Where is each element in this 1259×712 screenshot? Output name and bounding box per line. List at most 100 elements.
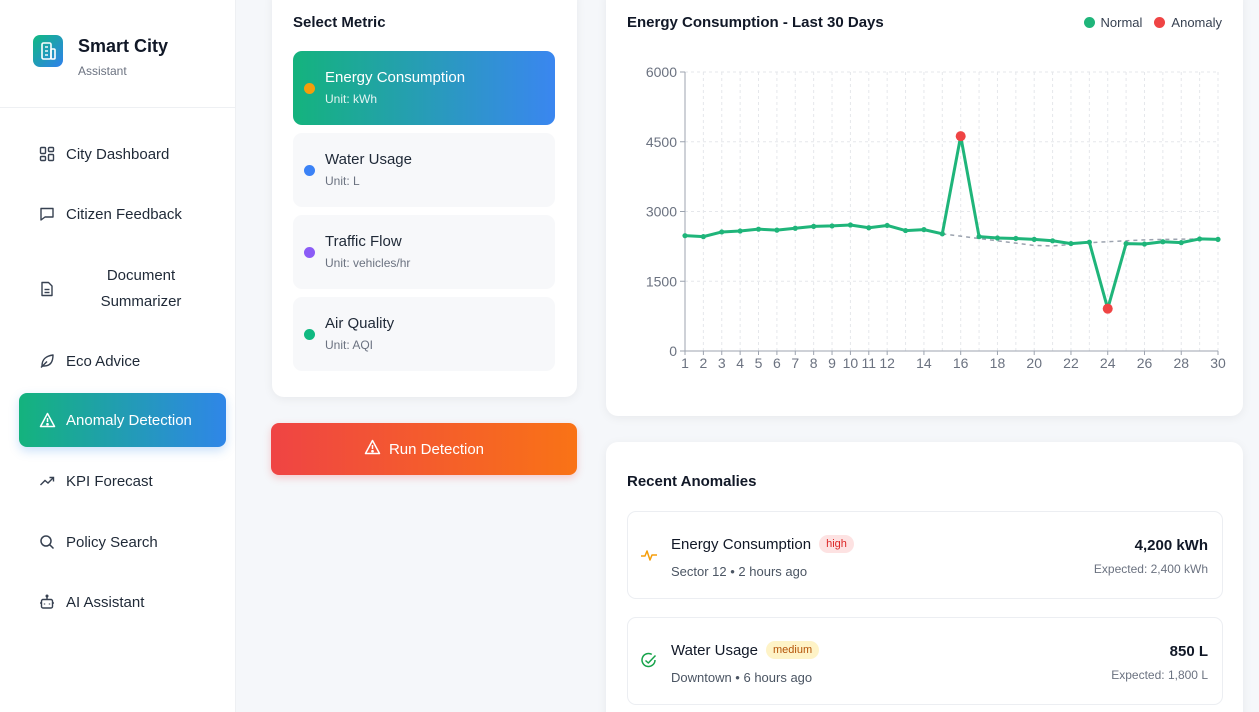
sidebar-item-city-dashboard[interactable]: City Dashboard <box>19 127 226 181</box>
data-point <box>939 231 945 237</box>
data-point <box>1068 240 1074 247</box>
anomaly-point <box>1102 303 1113 314</box>
chart-legend: Normal Anomaly <box>1072 15 1222 30</box>
metric-option-air-quality[interactable]: Air Quality Unit: AQI <box>293 297 555 371</box>
energy-chart: 015003000450060001 2 3 4 5 6 7 8 9 10 11 12 14 16 18 20… <box>646 64 1226 371</box>
y-tick-label: 3000 <box>646 204 677 220</box>
brand-title: Smart City <box>78 36 169 56</box>
data-point <box>1031 236 1037 242</box>
x-tick-label: 5 <box>755 355 763 371</box>
x-tick-label: 10 <box>843 355 859 371</box>
anomaly-expected: Expected: 1,800 L <box>1111 668 1208 682</box>
sidebar-item-label: AI Assistant <box>66 593 145 611</box>
x-tick-label: 1 <box>681 355 689 371</box>
anomaly-point <box>955 131 966 142</box>
check-circle-icon <box>640 652 658 670</box>
chart-title: Energy Consumption - Last 30 Days <box>627 14 884 31</box>
metric-option-water[interactable]: Water Usage Unit: L <box>293 133 555 207</box>
data-point <box>1178 240 1184 246</box>
data-point <box>755 226 762 232</box>
x-tick-label: 2 <box>699 355 707 371</box>
metric-name: Traffic Flow <box>325 233 402 250</box>
sidebar-item-label: Policy Search <box>66 533 158 551</box>
sidebar-item-document-summarizer[interactable]: Document Summarizer <box>19 259 226 319</box>
leaf-icon <box>38 352 56 370</box>
metric-option-energy[interactable]: Energy Consumption Unit: kWh <box>293 51 555 125</box>
legend-anomaly: Anomaly <box>1154 15 1222 30</box>
metric-name: Energy Consumption <box>325 69 466 86</box>
legend-normal: Normal <box>1083 15 1143 30</box>
sidebar: Smart City Assistant City Dashboard Citi… <box>0 0 236 712</box>
anomaly-item[interactable]: Energy Consumption high Sector 12 • 2 ho… <box>627 511 1223 599</box>
metric-name: Air Quality <box>325 315 395 332</box>
run-detection-button[interactable]: Run Detection <box>271 423 577 475</box>
x-tick-label: 7 <box>791 355 799 371</box>
metric-unit: Unit: kWh <box>325 92 378 106</box>
data-point <box>847 222 854 228</box>
anomaly-item[interactable]: Water Usage medium Downtown • 6 hours ag… <box>627 617 1223 705</box>
data-point <box>866 225 872 231</box>
data-point <box>976 234 982 240</box>
brand: Smart City Assistant <box>0 0 236 108</box>
metric-name: Water Usage <box>325 151 412 168</box>
robot-icon <box>38 593 56 611</box>
sidebar-item-label: Citizen Feedback <box>66 205 182 223</box>
legend-label-normal: Normal <box>1100 15 1143 30</box>
severity-badge: high <box>819 535 854 553</box>
metric-dot <box>304 247 315 258</box>
run-detection-label: Run Detection <box>388 440 485 458</box>
brand-subtitle: Assistant <box>78 64 127 78</box>
severity-badge: medium <box>765 641 820 659</box>
data-point <box>1215 236 1221 242</box>
message-icon <box>38 205 56 223</box>
x-tick-label: 9 <box>828 355 836 371</box>
trend-up-icon <box>38 472 56 490</box>
data-point <box>829 223 835 229</box>
sidebar-item-kpi-forecast[interactable]: KPI Forecast <box>19 454 226 508</box>
sidebar-item-citizen-feedback[interactable]: Citizen Feedback <box>19 187 226 241</box>
x-tick-label: 4 <box>736 355 744 371</box>
document-icon <box>38 280 56 298</box>
data-point <box>682 233 688 239</box>
metric-option-traffic[interactable]: Traffic Flow Unit: vehicles/hr <box>293 215 555 289</box>
x-tick-label: 8 <box>810 355 818 371</box>
sidebar-item-label: KPI Forecast <box>66 472 153 490</box>
data-point <box>1049 238 1056 244</box>
metric-unit: Unit: AQI <box>325 338 374 352</box>
x-tick-label: 24 <box>1100 355 1116 371</box>
data-point <box>700 234 706 240</box>
anomaly-title: Energy Consumption high <box>671 535 854 553</box>
data-point <box>719 229 725 235</box>
data-point <box>884 222 890 229</box>
sidebar-item-anomaly-detection[interactable]: Anomaly Detection <box>19 393 226 447</box>
sidebar-item-ai-assistant[interactable]: AI Assistant <box>19 575 226 629</box>
legend-swatch-normal <box>1083 17 1095 28</box>
recent-anomalies-card: Recent Anomalies Energy Consumption high… <box>606 442 1243 712</box>
legend-label-anomaly: Anomaly <box>1171 15 1222 30</box>
metric-heading: Select Metric <box>293 14 386 31</box>
sidebar-item-eco-advice[interactable]: Eco Advice <box>19 334 226 388</box>
sidebar-item-label: Anomaly Detection <box>66 411 192 429</box>
y-tick-label: 0 <box>669 343 677 359</box>
metric-unit: Unit: vehicles/hr <box>325 256 411 270</box>
anomaly-expected: Expected: 2,400 kWh <box>1093 562 1208 576</box>
anomaly-value: 4,200 kWh <box>1134 537 1208 554</box>
data-point <box>1160 239 1166 245</box>
metric-unit: Unit: L <box>325 174 360 188</box>
x-tick-label: 26 <box>1137 355 1153 371</box>
data-point <box>994 235 1001 241</box>
anomaly-title: Water Usage medium <box>671 641 820 659</box>
data-point <box>921 227 927 233</box>
chart-card: 0 1500 3000 4500 6000 1 2 3 4 5 6 7 8 9 10 11 12 14 16 18 20… <box>606 0 1243 416</box>
anomaly-meta: Downtown • 6 hours ago <box>671 670 813 685</box>
sidebar-item-policy-search[interactable]: Policy Search <box>19 515 226 569</box>
data-point <box>792 225 798 231</box>
x-tick-label: 3 <box>718 355 726 371</box>
data-point <box>1141 241 1148 247</box>
metric-dot <box>304 329 315 340</box>
building-icon <box>33 35 63 67</box>
anomaly-metric-name: Energy Consumption <box>671 535 812 553</box>
data-point <box>774 227 780 233</box>
sidebar-item-label: Document Summarizer <box>100 267 182 310</box>
anomaly-value: 850 L <box>1169 643 1208 660</box>
